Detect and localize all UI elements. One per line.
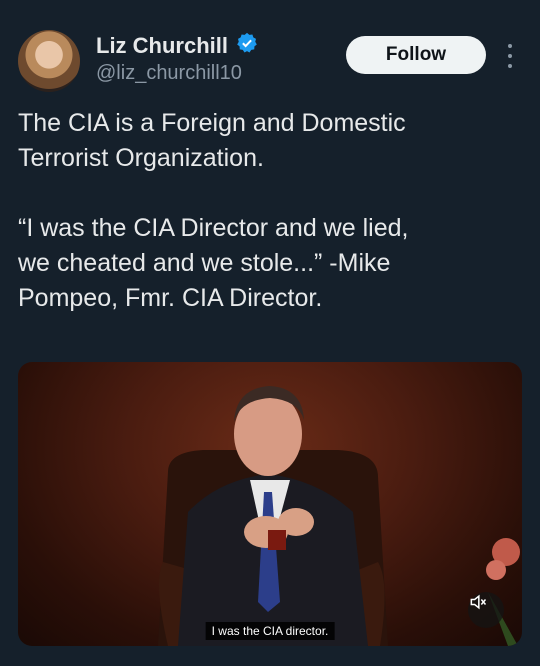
verified-badge-icon — [236, 32, 258, 59]
mute-button[interactable] — [468, 592, 504, 628]
avatar[interactable] — [18, 30, 80, 92]
name-row: Liz Churchill — [96, 32, 258, 59]
tweet-card: Liz Churchill @liz_churchill10 Follow Th… — [0, 0, 540, 666]
tweet-text: The CIA is a Foreign and Domestic Terror… — [18, 109, 409, 312]
video-caption: I was the CIA director. — [205, 622, 335, 640]
video-frame — [158, 386, 520, 646]
video-player[interactable]: I was the CIA director. — [18, 362, 522, 646]
follow-button[interactable]: Follow — [346, 36, 486, 74]
tweet-header: Liz Churchill @liz_churchill10 Follow — [18, 28, 528, 92]
more-vertical-icon[interactable] — [506, 44, 514, 68]
display-name[interactable]: Liz Churchill — [96, 33, 228, 59]
handle[interactable]: @liz_churchill10 — [96, 62, 242, 85]
